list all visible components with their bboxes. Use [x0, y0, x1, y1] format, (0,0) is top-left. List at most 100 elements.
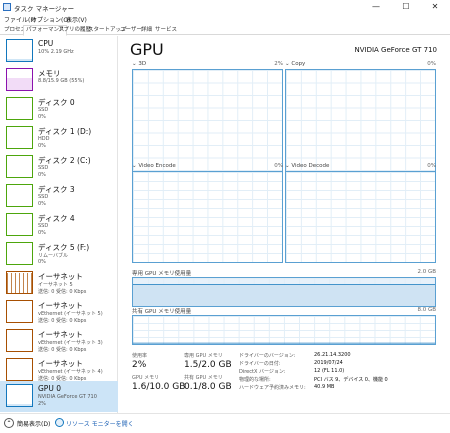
sidebar-item-memory[interactable]: メモリ 8.8/15.9 GB (55%): [0, 65, 118, 94]
chevron-down-icon: ⌄: [285, 61, 290, 67]
sidebar-item-disk-2[interactable]: ディスク 2 (C:) SSD 0%: [0, 152, 118, 181]
minimize-button[interactable]: —: [361, 0, 391, 14]
driver-version-key: ドライバーのバージョン:: [239, 353, 296, 359]
gpu-memory-value: 1.6/10.0 GB: [132, 382, 186, 392]
engine-selector-3d[interactable]: ⌄ 3D: [132, 61, 146, 67]
disk-thumbnail-graph: [6, 155, 33, 178]
gpu-thumbnail-graph: [6, 384, 33, 407]
sidebar-item-vethernet-5[interactable]: イーサネット vEthernet (イーサネット 5) 送信: 0 受信: 0 …: [0, 297, 118, 326]
sidebar-item-usage: 0%: [38, 230, 46, 236]
sidebar-item-detail: SSD: [38, 165, 49, 171]
sidebar-item-detail: リムーバブル: [38, 253, 68, 259]
ethernet-thumbnail-graph: [6, 300, 33, 323]
chevron-up-icon[interactable]: ⌃: [4, 418, 14, 428]
tab-services[interactable]: サービス: [153, 25, 179, 35]
sidebar-item-usage: 0%: [38, 201, 46, 207]
sidebar-item-disk-4[interactable]: ディスク 4 SSD 0%: [0, 210, 118, 239]
sidebar-item-label: GPU 0: [38, 384, 61, 393]
sidebar-item-detail: vEthernet (イーサネット 3): [38, 340, 103, 346]
engine-selector-copy[interactable]: ⌄ Copy: [285, 61, 305, 67]
dedicated-memory-graph: [132, 277, 436, 307]
sidebar-item-label: CPU: [38, 39, 54, 48]
gpu-detail-panel: GPU NVIDIA GeForce GT 710 ⌄ 3D 2% ⌄ Copy…: [118, 36, 450, 413]
usage-value: 2%: [132, 360, 147, 370]
sidebar-item-usage: 0%: [38, 172, 46, 178]
sidebar-item-detail: 10% 2.19 GHz: [38, 49, 74, 55]
chevron-down-icon: ⌄: [132, 163, 137, 169]
engine-selector-video-encode[interactable]: ⌄ Video Encode: [132, 163, 176, 169]
usage-line: [133, 284, 435, 306]
sidebar-item-usage: 2%: [38, 401, 46, 407]
dedicated-memory-stat-value: 1.5/2.0 GB: [184, 360, 232, 370]
dedicated-memory-label: 専用 GPU メモリ使用量: [132, 271, 192, 277]
engine-name: 3D: [138, 61, 147, 67]
sidebar-item-detail: イーサネット 5: [38, 282, 73, 288]
shared-memory-stat-label: 共有 GPU メモリ: [184, 375, 223, 381]
window-title: タスク マネージャー: [14, 5, 75, 13]
disk-thumbnail-graph: [6, 97, 33, 120]
engine-name: Video Encode: [138, 163, 176, 169]
engine-selector-video-decode[interactable]: ⌄ Video Decode: [285, 163, 329, 169]
ethernet-thumbnail-graph: [6, 358, 33, 381]
sidebar-item-detail: SSD: [38, 223, 49, 229]
dedicated-memory-stat-label: 専用 GPU メモリ: [184, 353, 223, 359]
reserved-memory-key: ハードウェア予約済みメモリ:: [239, 385, 306, 391]
sidebar-item-usage: 送信: 0 受信: 0 Kbps: [38, 347, 87, 353]
shared-memory-max: 8.0 GB: [417, 307, 436, 313]
physical-location-value: PCI バス 9、デバイス 0、機能 0: [314, 377, 388, 383]
disk-thumbnail-graph: [6, 242, 33, 265]
sidebar-item-detail: vEthernet (イーサネット 4): [38, 369, 103, 375]
sidebar-item-usage: 0%: [38, 143, 46, 149]
menu-view[interactable]: 表示(V): [66, 15, 87, 24]
sidebar-item-usage: 送信: 0 受信: 0 Kbps: [38, 318, 87, 324]
tab-bar: プロセス パフォーマンス アプリの履歴 スタートアップ ユーザー 詳細 サービス: [0, 25, 450, 36]
disk-thumbnail-graph: [6, 213, 33, 236]
ethernet-thumbnail-graph: [6, 271, 33, 294]
resource-monitor-icon[interactable]: [55, 418, 64, 427]
sidebar-item-gpu-0[interactable]: GPU 0 NVIDIA GeForce GT 710 2%: [0, 381, 118, 412]
shared-memory-label: 共有 GPU メモリ使用量: [132, 309, 192, 315]
engine-graph-video-encode: [132, 171, 283, 263]
sidebar-item-vethernet-4[interactable]: イーサネット vEthernet (イーサネット 4) 送信: 0 受信: 0 …: [0, 355, 118, 384]
sidebar-item-detail: HDD: [38, 136, 50, 142]
sidebar-item-ethernet-5[interactable]: イーサネット イーサネット 5 送信: 0 受信: 0 Kbps: [0, 268, 118, 297]
sidebar-item-detail: SSD: [38, 194, 49, 200]
cpu-thumbnail-graph: [6, 39, 33, 62]
driver-version-value: 26.21.14.3200: [314, 352, 351, 358]
task-manager-icon: [3, 3, 11, 11]
open-resource-monitor-link[interactable]: リソース モニターを開く: [66, 419, 134, 428]
engine-name: Video Decode: [291, 163, 330, 169]
usage-label: 使用率: [132, 353, 148, 359]
sidebar-item-disk-0[interactable]: ディスク 0 SSD 0%: [0, 94, 118, 123]
menu-bar: ファイル(F) オプション(O) 表示(V): [0, 14, 450, 25]
disk-thumbnail-graph: [6, 184, 33, 207]
close-button[interactable]: ✕: [420, 0, 450, 14]
sidebar-item-detail: NVIDIA GeForce GT 710: [38, 394, 97, 400]
chevron-down-icon: ⌄: [132, 61, 137, 67]
sidebar-item-vethernet-3[interactable]: イーサネット vEthernet (イーサネット 3) 送信: 0 受信: 0 …: [0, 326, 118, 355]
title-bar: タスク マネージャー — ☐ ✕: [0, 0, 450, 14]
footer-bar: ⌃ 簡易表示(D) リソース モニターを開く: [0, 413, 450, 433]
sidebar-item-usage: 0%: [38, 259, 46, 265]
fewer-details-link[interactable]: 簡易表示(D): [17, 419, 50, 428]
chevron-down-icon: ⌄: [285, 163, 290, 169]
maximize-button[interactable]: ☐: [391, 0, 421, 14]
sidebar-item-detail: 8.8/15.9 GB (55%): [38, 78, 85, 84]
engine-percent: 0%: [427, 61, 436, 67]
directx-version-value: 12 (FL 11.0): [314, 368, 345, 374]
page-title: GPU: [130, 40, 164, 59]
dedicated-memory-max: 2.0 GB: [417, 269, 436, 275]
sidebar-item-disk-5[interactable]: ディスク 5 (F:) リムーバブル 0%: [0, 239, 118, 268]
menu-options[interactable]: オプション(O): [31, 15, 70, 24]
sidebar-item-disk-1[interactable]: ディスク 1 (D:) HDD 0%: [0, 123, 118, 152]
sidebar-item-cpu[interactable]: CPU 10% 2.19 GHz: [0, 36, 118, 65]
directx-version-key: DirectX バージョン:: [239, 369, 286, 375]
tab-details[interactable]: 詳細: [139, 25, 154, 35]
engine-name: Copy: [291, 61, 306, 67]
physical-location-key: 物理的な場所:: [239, 377, 271, 383]
sidebar-item-disk-3[interactable]: ディスク 3 SSD 0%: [0, 181, 118, 210]
sidebar-item-detail: SSD: [38, 107, 49, 113]
driver-date-value: 2019/07/24: [314, 360, 343, 366]
gpu-model-name: NVIDIA GeForce GT 710: [354, 46, 438, 54]
sidebar-item-detail: vEthernet (イーサネット 5): [38, 311, 103, 317]
